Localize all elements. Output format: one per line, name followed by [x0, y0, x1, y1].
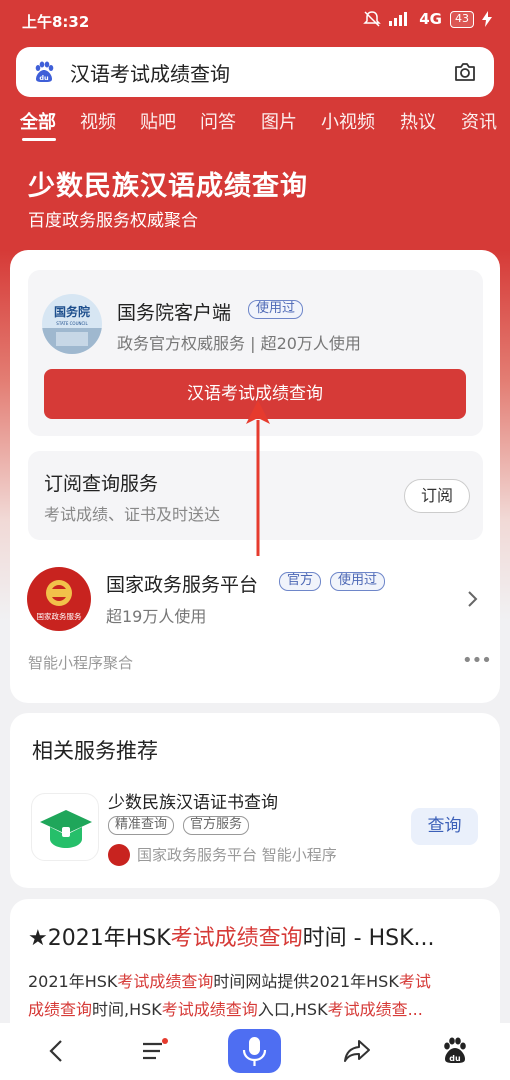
tab-video[interactable]: 视频: [80, 108, 116, 134]
annotation-arrow-icon: [246, 400, 270, 556]
mute-bell-icon: [363, 11, 382, 27]
signal-icon: [389, 12, 408, 26]
battery-level: 43: [450, 10, 474, 28]
search-tabs: 全部 视频 贴吧 问答 图片 小视频 热议 资讯: [0, 104, 510, 144]
active-tab-indicator: [22, 138, 56, 141]
chevron-right-icon[interactable]: [464, 589, 480, 609]
menu-icon[interactable]: [140, 1036, 170, 1066]
baidu-home-icon[interactable]: du: [440, 1036, 470, 1066]
network-type: 4G: [419, 10, 442, 28]
state-council-desc: 政务官方权威服务 | 超20万人使用: [117, 334, 361, 353]
related-service-source: 国家政务服务平台 智能小程序: [137, 846, 337, 864]
mini-program-label: 智能小程序聚合: [28, 654, 134, 672]
state-council-logo-subtext: STATE COUNCIL: [56, 321, 88, 326]
used-badge-2: 使用过: [330, 572, 386, 591]
status-icons: 4G 43: [363, 10, 492, 28]
svg-text:du: du: [449, 1054, 461, 1063]
subscribe-desc: 考试成绩、证书及时送达: [44, 505, 221, 524]
state-council-logo: 国务院 STATE COUNCIL: [42, 294, 102, 354]
national-platform-logo-text: 国家政务服务: [37, 611, 82, 621]
national-platform-name[interactable]: 国家政务服务平台: [106, 570, 258, 597]
voice-search-button[interactable]: [228, 1029, 281, 1073]
svg-text:du: du: [39, 74, 49, 82]
tab-news[interactable]: 资讯: [461, 108, 497, 134]
tab-qa[interactable]: 问答: [200, 108, 236, 134]
related-service-name[interactable]: 少数民族汉语证书查询: [108, 788, 278, 813]
search-result-snippet: 2021年HSK考试成绩查询时间网站提供2021年HSK考试 成绩查询时间,HS…: [28, 972, 431, 1019]
microphone-icon: [242, 1037, 267, 1066]
search-bar[interactable]: du 汉语考试成绩查询: [16, 47, 494, 97]
share-icon[interactable]: [342, 1036, 372, 1066]
subscribe-title: 订阅查询服务: [44, 473, 159, 495]
status-time: 上午8:32: [22, 13, 90, 31]
precise-query-tag: 精准查询: [108, 816, 175, 835]
subscribe-button[interactable]: 订阅: [404, 479, 470, 513]
tab-tieba[interactable]: 贴吧: [140, 108, 176, 134]
official-service-tag: 官方服务: [183, 816, 250, 835]
graduation-cap-icon[interactable]: [31, 793, 99, 861]
source-logo: [108, 844, 130, 866]
more-options-icon[interactable]: •••: [462, 650, 492, 671]
national-platform-users: 超19万人使用: [106, 607, 207, 626]
official-badge: 官方: [279, 572, 322, 591]
back-icon[interactable]: [42, 1036, 72, 1066]
baidu-paw-icon: du: [35, 61, 54, 82]
tab-short-video[interactable]: 小视频: [321, 108, 375, 134]
national-platform-logo[interactable]: 国家政务服务: [27, 567, 91, 631]
search-input[interactable]: 汉语考试成绩查询: [70, 58, 452, 87]
search-result-title[interactable]: ★2021年HSK考试成绩查询时间 - HSK...: [28, 920, 435, 952]
camera-icon[interactable]: [452, 59, 478, 85]
tab-discussion[interactable]: 热议: [400, 108, 436, 134]
charging-icon: [482, 11, 492, 27]
status-bar: 上午8:32 4G 43: [0, 0, 510, 42]
bottom-nav: du: [0, 1023, 510, 1080]
state-council-name: 国务院客户端: [117, 302, 232, 324]
page-title: 少数民族汉语成绩查询: [28, 171, 308, 202]
tab-images[interactable]: 图片: [261, 108, 297, 134]
tab-all[interactable]: 全部: [20, 108, 56, 134]
page-subtitle: 百度政务服务权威聚合: [28, 211, 198, 231]
state-council-logo-text: 国务院: [54, 304, 90, 319]
query-button[interactable]: 查询: [411, 808, 478, 845]
related-services-title: 相关服务推荐: [32, 739, 158, 763]
used-badge: 使用过: [248, 300, 304, 319]
